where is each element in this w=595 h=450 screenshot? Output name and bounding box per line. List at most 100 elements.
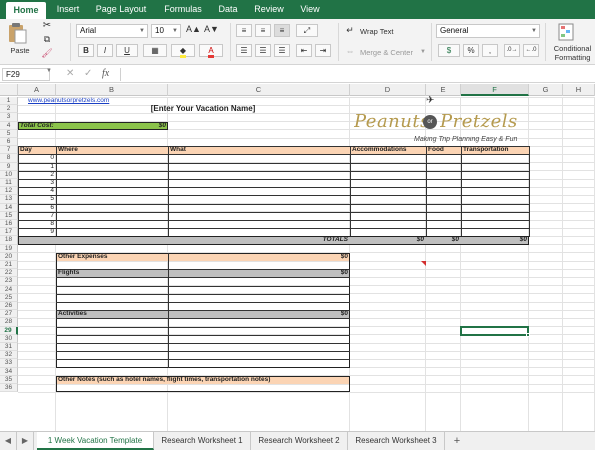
row-header-14[interactable]: 14 <box>0 203 18 212</box>
number-format-select[interactable]: General ▼ <box>436 24 540 38</box>
column-header-g[interactable]: G <box>529 84 563 96</box>
row-header-26[interactable]: 26 <box>0 302 18 311</box>
row-header-24[interactable]: 24 <box>0 285 18 294</box>
add-sheet-button[interactable]: + <box>448 432 466 450</box>
tab-data[interactable]: Data <box>213 0 243 19</box>
row-header-27[interactable]: 27 <box>0 310 18 319</box>
row-header-35[interactable]: 35 <box>0 375 18 384</box>
row-header-18[interactable]: 18 <box>0 236 18 245</box>
row-header-5[interactable]: 5 <box>0 129 18 138</box>
bold-button[interactable]: B <box>78 44 94 57</box>
row-header-21[interactable]: 21 <box>0 261 18 270</box>
accounting-format-button[interactable]: $ <box>438 44 460 57</box>
column-header-b[interactable]: B <box>56 84 168 96</box>
chevron-down-icon[interactable]: ▼ <box>420 48 426 57</box>
row-header-8[interactable]: 8 <box>0 154 18 163</box>
scroll-left-icon[interactable]: ◀ <box>0 432 17 450</box>
percent-format-button[interactable]: % <box>463 44 479 57</box>
row-header-15[interactable]: 15 <box>0 211 18 220</box>
align-middle-button[interactable]: ≡ <box>255 24 271 37</box>
confirm-icon[interactable]: ✓ <box>84 68 92 79</box>
borders-button[interactable]: ▦ <box>143 44 167 57</box>
increase-decimal-button[interactable]: .0→ <box>504 44 520 57</box>
decrease-decimal-button[interactable]: ←.0 <box>523 44 539 57</box>
row-header-34[interactable]: 34 <box>0 367 18 376</box>
row-header-1[interactable]: 1 <box>0 97 18 106</box>
align-right-button[interactable]: ☰ <box>274 44 290 57</box>
column-header-h[interactable]: H <box>563 84 595 96</box>
row-header-20[interactable]: 20 <box>0 252 18 261</box>
decrease-indent-button[interactable]: ⇤ <box>296 44 312 57</box>
sheet-tab-research-1[interactable]: Research Worksheet 1 <box>154 432 251 450</box>
conditional-formatting-icon[interactable] <box>556 23 578 41</box>
formula-input[interactable] <box>120 68 592 81</box>
wrap-text-button[interactable]: Wrap Text <box>360 27 394 36</box>
orientation-button[interactable]: ⤢ <box>296 24 318 37</box>
sheet-tab-research-3[interactable]: Research Worksheet 3 <box>348 432 445 450</box>
fill-handle[interactable] <box>526 332 530 337</box>
align-top-button[interactable]: ≡ <box>236 24 252 37</box>
column-header-c[interactable]: C <box>168 84 350 96</box>
cancel-icon[interactable]: ✕ <box>66 68 74 79</box>
column-header-f[interactable]: F <box>461 84 529 96</box>
row-header-29[interactable]: 29 <box>0 326 18 335</box>
row-header-32[interactable]: 32 <box>0 351 18 360</box>
font-size-select[interactable]: 10 ▼ <box>151 24 181 38</box>
selected-cell-f29[interactable] <box>460 325 529 336</box>
align-bottom-button[interactable]: ≡ <box>274 24 290 37</box>
sheet-tab-1-week-vacation[interactable]: 1 Week Vacation Template <box>37 432 154 450</box>
fill-color-button[interactable]: ◆ <box>171 44 195 58</box>
row-header-22[interactable]: 22 <box>0 269 18 278</box>
increase-indent-button[interactable]: ⇥ <box>315 44 331 57</box>
spreadsheet-grid[interactable]: A B C D E F G H 1 2 3 4 5 6 7 8 9 10 11 12 13 14 15 16 1… <box>0 84 595 431</box>
row-header-36[interactable]: 36 <box>0 384 18 393</box>
row-header-11[interactable]: 11 <box>0 179 18 188</box>
align-center-button[interactable]: ☰ <box>255 44 271 57</box>
align-left-button[interactable]: ☰ <box>236 44 252 57</box>
name-box[interactable]: F29 <box>2 68 50 81</box>
row-header-23[interactable]: 23 <box>0 277 18 286</box>
row-header-16[interactable]: 16 <box>0 220 18 229</box>
row-header-3[interactable]: 3 <box>0 113 18 122</box>
row-header-12[interactable]: 12 <box>0 187 18 196</box>
row-header-2[interactable]: 2 <box>0 105 18 114</box>
tab-view[interactable]: View <box>294 0 326 19</box>
select-all-corner[interactable] <box>0 84 18 96</box>
merge-center-button[interactable]: Merge & Center <box>360 48 413 57</box>
underline-button[interactable]: U <box>116 44 138 57</box>
row-header-13[interactable]: 13 <box>0 195 18 204</box>
row-header-33[interactable]: 33 <box>0 359 18 368</box>
row-header-6[interactable]: 6 <box>0 138 18 147</box>
row-header-19[interactable]: 19 <box>0 244 18 253</box>
comma-style-button[interactable]: , <box>482 44 498 57</box>
row-header-9[interactable]: 9 <box>0 162 18 171</box>
sheet-tab-research-2[interactable]: Research Worksheet 2 <box>251 432 348 450</box>
column-header-a[interactable]: A <box>18 84 56 96</box>
tab-insert[interactable]: Insert <box>50 0 86 19</box>
format-painter-icon[interactable]: 🖌 <box>40 49 54 61</box>
copy-icon[interactable]: ⧉ <box>40 35 54 47</box>
row-header-31[interactable]: 31 <box>0 343 18 352</box>
column-header-d[interactable]: D <box>350 84 426 96</box>
font-color-button[interactable]: A <box>199 44 223 58</box>
tab-page-layout[interactable]: Page Layout <box>90 0 152 19</box>
row-header-7[interactable]: 7 <box>0 146 18 155</box>
decrease-font-icon[interactable]: A▼ <box>204 25 219 34</box>
row-header-25[interactable]: 25 <box>0 293 18 302</box>
cut-icon[interactable]: ✂ <box>40 21 54 33</box>
row-header-17[interactable]: 17 <box>0 228 18 237</box>
tab-home[interactable]: Home <box>6 2 46 19</box>
row-header-4[interactable]: 4 <box>0 121 18 130</box>
chevron-down-icon[interactable]: ▼ <box>46 68 52 74</box>
function-icon[interactable]: fx <box>102 68 109 79</box>
italic-button[interactable]: I <box>97 44 113 57</box>
paste-button[interactable] <box>6 22 28 44</box>
row-header-28[interactable]: 28 <box>0 318 18 327</box>
tab-formulas[interactable]: Formulas <box>158 0 208 19</box>
tab-review[interactable]: Review <box>248 0 290 19</box>
row-header-30[interactable]: 30 <box>0 334 18 343</box>
font-name-select[interactable]: Arial ▼ <box>76 24 148 38</box>
scroll-right-icon[interactable]: ▶ <box>17 432 34 450</box>
row-header-10[interactable]: 10 <box>0 170 18 179</box>
increase-font-icon[interactable]: A▲ <box>186 25 201 34</box>
